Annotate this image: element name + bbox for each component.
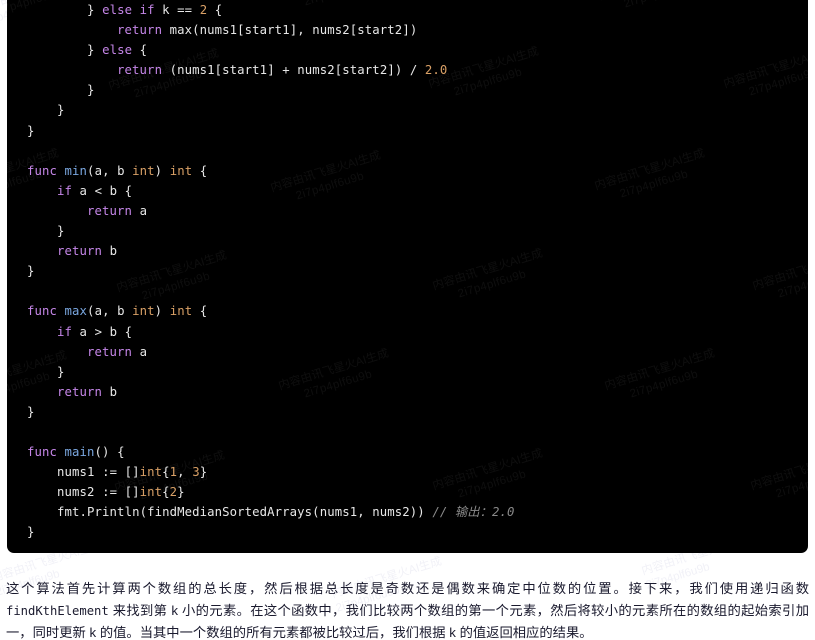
code-content[interactable]: } else if k == 2 { return max(nums1[star… xyxy=(7,0,808,543)
description-part2: 来找到第 k 小的元素。在这个函数中，我们比较两个数组的第一个元素，然后将较小的… xyxy=(6,603,809,640)
inline-code-findkthelement: findKthElement xyxy=(6,604,109,619)
description-paragraph: 这个算法首先计算两个数组的总长度，然后根据总长度是奇数还是偶数来确定中位数的位置… xyxy=(6,578,809,640)
code-scroll-area[interactable]: 内容由讯飞星火AI生成 2i7p4plf6u9b 内容由讯飞星火AI生成 2i7… xyxy=(7,0,808,553)
code-block[interactable]: 内容由讯飞星火AI生成 2i7p4plf6u9b 内容由讯飞星火AI生成 2i7… xyxy=(7,0,808,553)
description-part1: 这个算法首先计算两个数组的总长度，然后根据总长度是奇数还是偶数来确定中位数的位置… xyxy=(6,581,809,597)
